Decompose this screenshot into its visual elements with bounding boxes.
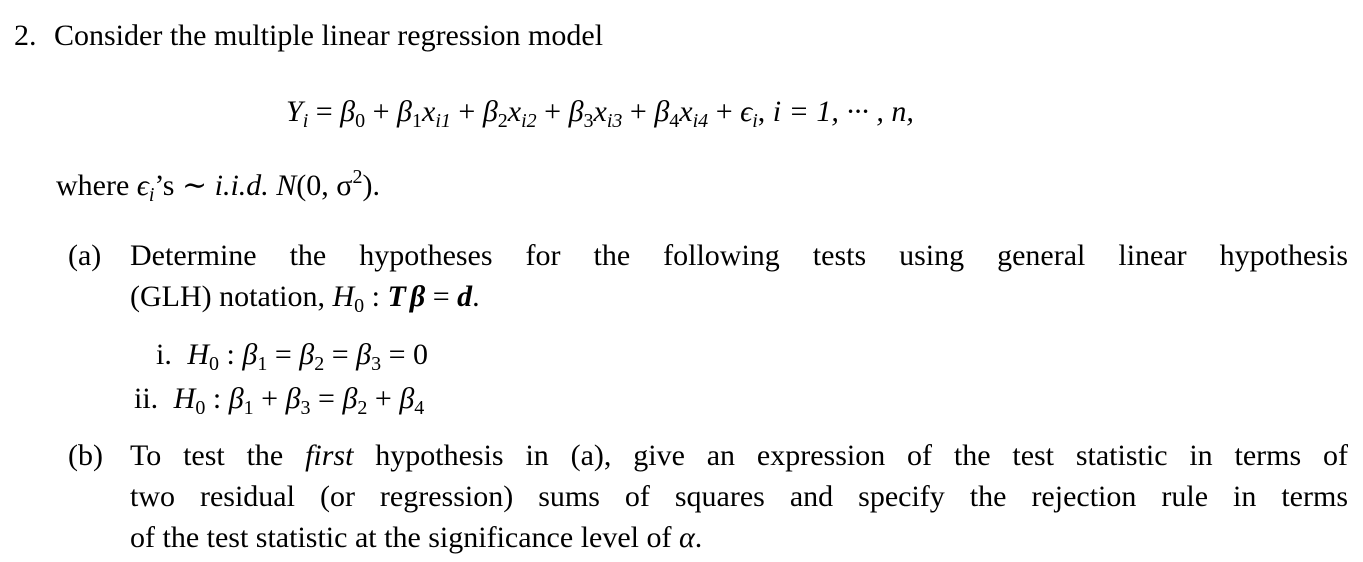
where-dist-end: ). xyxy=(362,169,380,202)
eq-beta3-sub: 3 xyxy=(583,110,594,132)
eq-x2: x xyxy=(507,95,522,128)
part-b-line3-end: . xyxy=(694,521,703,554)
eq-beta3: β xyxy=(568,95,584,128)
eq-x4: x xyxy=(679,95,693,128)
eq-x1-sub: i1 xyxy=(435,110,451,132)
part-a-label: (a) xyxy=(68,239,102,272)
eq-x1: x xyxy=(422,95,436,128)
problem-intro: Consider the multiple linear regression … xyxy=(54,19,604,52)
part-b-emphasis: first xyxy=(305,439,354,472)
part-a-line1: Determine the hypotheses for the followi… xyxy=(130,239,1348,272)
hyp-i-op2: = xyxy=(324,338,357,371)
hyp-i-b1: β xyxy=(242,338,258,371)
glh-notation-text: (GLH) notation, xyxy=(130,280,325,313)
where-dist-sup: 2 xyxy=(352,166,363,188)
eq-beta1: β xyxy=(397,95,412,128)
hyp-ii-b1-sub: 1 xyxy=(243,397,254,419)
eq-x3: x xyxy=(593,95,607,128)
error-distribution-line: where ϵi’s ∼ i.i.d. N(0, σ2). xyxy=(56,166,380,205)
hyp-i-b3: β xyxy=(356,338,372,371)
eq-x2-sub: i2 xyxy=(521,110,537,132)
hyp-ii-op1: + xyxy=(253,382,286,415)
problem-number: 2. xyxy=(14,19,37,52)
eq-beta2-sub: 2 xyxy=(497,110,508,132)
where-dist-args: (0, σ xyxy=(296,169,353,202)
hypothesis-i-H-sub: 0 xyxy=(209,353,220,375)
hyp-i-b2-sub: 2 xyxy=(314,353,325,375)
hyp-ii-b4: β xyxy=(399,382,415,415)
glh-beta: β xyxy=(409,280,426,313)
eq-beta4-sub: 4 xyxy=(669,110,680,132)
glh-eq: = xyxy=(425,280,458,313)
eq-x3-sub: i3 xyxy=(606,110,623,132)
part-a-line2: (GLH) notation, H0 : Tβ = d. xyxy=(130,279,480,317)
eq-beta0: β xyxy=(340,95,356,128)
glh-colon: : xyxy=(364,280,388,313)
eq-lhs-sub: i xyxy=(302,110,309,132)
glh-H: H xyxy=(332,280,355,313)
hyp-ii-b2: β xyxy=(342,382,358,415)
eq-error: ϵ xyxy=(740,95,753,128)
eq-lhs: Y xyxy=(286,95,303,128)
hypothesis-ii-label: ii. xyxy=(134,382,159,415)
hyp-ii-b3-sub: 3 xyxy=(300,397,311,419)
part-b-label: (b) xyxy=(68,439,103,472)
glh-H-sub: 0 xyxy=(354,295,365,317)
hypothesis-ii-H: H xyxy=(173,382,196,415)
eq-beta4: β xyxy=(654,95,670,128)
hyp-ii-b2-sub: 2 xyxy=(357,397,368,419)
hyp-i-b2: β xyxy=(299,338,315,371)
hyp-i-b3-sub: 3 xyxy=(371,353,382,375)
eq-beta1-sub: 1 xyxy=(412,110,422,132)
eq-x4-sub: i4 xyxy=(692,110,709,132)
hypothesis-i-H: H xyxy=(187,338,210,371)
hyp-ii-b4-sub: 4 xyxy=(414,397,425,419)
hyp-ii-b1: β xyxy=(228,382,244,415)
glh-end: . xyxy=(472,280,480,313)
hyp-i-tail: = 0 xyxy=(381,338,428,371)
problem-intro-line: 2. Consider the multiple linear regressi… xyxy=(14,18,603,54)
where-eps: ϵ xyxy=(136,169,149,202)
hyp-i-b1-sub: 1 xyxy=(257,353,268,375)
eq-beta2: β xyxy=(482,95,498,128)
hypothesis-i-label: i. xyxy=(156,338,172,371)
glh-d: d xyxy=(457,280,473,313)
part-b-line3: of the test statistic at the significanc… xyxy=(130,520,702,556)
hypothesis-ii-H-sub: 0 xyxy=(195,397,206,419)
hypothesis-i: i. H0 : β1 = β2 = β3 = 0 xyxy=(156,338,428,375)
hyp-ii-b3: β xyxy=(285,382,301,415)
where-dist: N xyxy=(276,169,297,202)
hyp-ii-op2: = xyxy=(310,382,343,415)
part-b-line1: To test the first hypothesis in (a), giv… xyxy=(130,438,1348,474)
part-b-line2: two residual (or regression) sums of squ… xyxy=(130,480,1348,513)
glh-T: T xyxy=(387,280,406,313)
hypothesis-ii: ii. H0 : β1 + β3 = β2 + β4 xyxy=(134,382,425,419)
where-text: where xyxy=(56,169,130,202)
part-b-alpha: α xyxy=(678,521,695,554)
part-b-line3-pre: of the test statistic at the significanc… xyxy=(130,521,672,554)
where-rest: ’s ∼ xyxy=(154,169,208,202)
part-b-line1-post: hypothesis in (a), give an expression of… xyxy=(375,439,1349,472)
eq-beta0-sub: 0 xyxy=(355,110,366,132)
hyp-ii-op3: + xyxy=(367,382,400,415)
regression-equation: Yi = β0 + β1xi1 + β2xi2 + β3xi3 + β4xi4 … xyxy=(286,95,914,132)
hyp-i-op1: = xyxy=(267,338,300,371)
part-b-line1-pre: To test the xyxy=(130,439,284,472)
where-iid: i.i.d. xyxy=(214,169,269,202)
eq-index-range: i = 1, ··· , n, xyxy=(772,95,914,128)
